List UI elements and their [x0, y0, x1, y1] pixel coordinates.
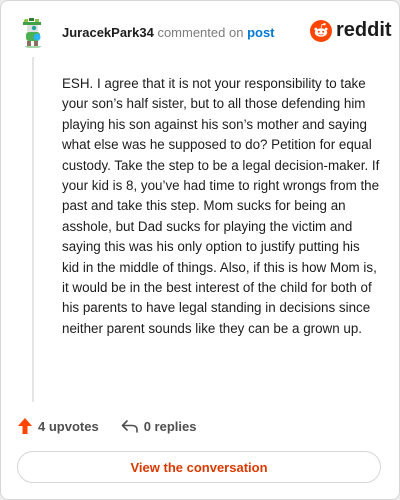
reddit-logo[interactable]: reddit [310, 19, 392, 42]
reply-button[interactable]: 0 replies [121, 418, 197, 434]
avatar-illustration-icon [23, 18, 41, 48]
post-link[interactable]: post [247, 25, 274, 40]
comment-card: JuracekPark34 commented on post reddit E… [0, 0, 400, 500]
view-conversation-button[interactable]: View the conversation [17, 451, 381, 483]
comment-header: JuracekPark34 commented on post [62, 25, 275, 41]
reply-count: 0 replies [143, 418, 197, 434]
reddit-wordmark: reddit [336, 19, 392, 41]
upvote-count: 4 upvotes [38, 418, 99, 434]
username[interactable]: JuracekPark34 [62, 25, 154, 40]
reply-arrow-icon [121, 420, 138, 433]
view-conversation-label: View the conversation [130, 459, 268, 475]
commented-on-text: commented on [157, 25, 244, 40]
upvote-arrow-icon [18, 418, 32, 434]
thread-line[interactable] [32, 57, 34, 402]
upvote-button[interactable]: 4 upvotes [17, 417, 99, 435]
user-avatar[interactable] [17, 17, 49, 49]
comment-body: ESH. I agree that it is not your respons… [62, 76, 380, 336]
reddit-snoo-icon [310, 19, 332, 42]
comment-actions: 4 upvotes 0 replies [17, 417, 218, 435]
